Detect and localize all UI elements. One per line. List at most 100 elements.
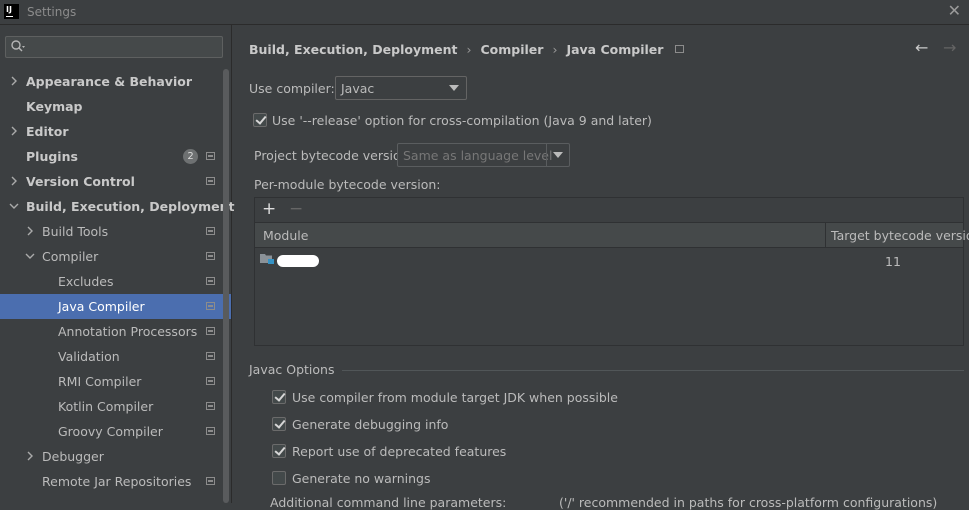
dropdown-arrow-icon xyxy=(553,152,563,158)
sidebar-item-version-control[interactable]: Version Control xyxy=(0,169,231,194)
project-bytecode-dropdown[interactable]: Same as language level xyxy=(397,143,570,167)
sidebar-item-debugger[interactable]: Debugger xyxy=(0,444,231,469)
sidebar-item-label: Java Compiler xyxy=(58,299,145,314)
debugging-info-checkbox[interactable] xyxy=(272,417,286,431)
project-settings-icon xyxy=(206,352,215,360)
sidebar-item-label: Editor xyxy=(26,124,69,139)
chevron-right-icon[interactable] xyxy=(9,75,19,87)
sidebar-item-keymap[interactable]: Keymap xyxy=(0,94,231,119)
sidebar-item-rmi-compiler[interactable]: RMI Compiler xyxy=(0,369,231,394)
dropdown-arrow-icon xyxy=(449,85,459,91)
sidebar-item-appearance-behavior[interactable]: Appearance & Behavior xyxy=(0,69,231,94)
column-header-module[interactable]: Module xyxy=(263,228,308,243)
javac-options-section: Javac Options xyxy=(249,362,964,377)
use-module-jdk-label: Use compiler from module target JDK when… xyxy=(292,390,618,405)
update-count-badge: 2 xyxy=(183,149,198,164)
sidebar-item-label: Plugins xyxy=(26,149,78,164)
javac-options-title: Javac Options xyxy=(249,362,343,377)
project-settings-icon xyxy=(206,402,215,410)
sidebar-item-build-tools[interactable]: Build Tools xyxy=(0,219,231,244)
settings-tree: Appearance & Behavior Keymap Editor Plug… xyxy=(0,69,235,494)
release-option-checkbox[interactable] xyxy=(253,113,267,127)
chevron-right-icon[interactable] xyxy=(9,125,19,137)
release-option-label: Use '--release' option for cross-compila… xyxy=(272,113,652,128)
project-settings-icon xyxy=(206,477,215,485)
sidebar-item-label: Validation xyxy=(58,349,120,364)
sidebar-item-build-execution-deployment[interactable]: Build, Execution, Deployment xyxy=(0,194,235,219)
breadcrumb-separator: › xyxy=(466,42,472,57)
search-input[interactable] xyxy=(28,38,222,58)
project-settings-icon xyxy=(206,252,215,260)
title-bar: IJ Settings ✕ xyxy=(0,0,969,25)
sidebar-item-label: Remote Jar Repositories xyxy=(42,474,192,489)
project-bytecode-value: Same as language level xyxy=(403,148,553,163)
project-settings-icon xyxy=(206,152,215,160)
redacted-module-name xyxy=(277,255,319,267)
sidebar-item-annotation-processors[interactable]: Annotation Processors xyxy=(0,319,231,344)
sidebar-item-validation[interactable]: Validation xyxy=(0,344,231,369)
search-box[interactable] xyxy=(5,36,223,58)
sidebar-item-label: Build, Execution, Deployment xyxy=(26,199,235,214)
add-icon[interactable]: + xyxy=(262,199,276,219)
sidebar-item-label: Groovy Compiler xyxy=(58,424,163,439)
sidebar-scrollbar[interactable] xyxy=(222,69,230,503)
use-compiler-label: Use compiler: xyxy=(249,81,335,96)
project-settings-icon xyxy=(206,227,215,235)
sidebar-item-groovy-compiler[interactable]: Groovy Compiler xyxy=(0,419,231,444)
remove-icon[interactable]: − xyxy=(289,199,303,219)
chevron-right-icon[interactable] xyxy=(25,450,35,462)
use-compiler-dropdown[interactable]: Javac xyxy=(335,76,467,100)
sidebar-item-plugins[interactable]: Plugins 2 xyxy=(0,144,231,169)
per-module-table: + − Module Target bytecode version 11 xyxy=(254,197,969,346)
deprecated-features-label: Report use of deprecated features xyxy=(292,444,507,459)
sidebar-item-label: Build Tools xyxy=(42,224,109,239)
java-compiler-panel: Build, Execution, Deployment › Compiler › Ja… xyxy=(232,25,969,510)
deprecated-features-checkbox[interactable] xyxy=(272,444,286,458)
debugging-info-label: Generate debugging info xyxy=(292,417,449,432)
project-settings-icon xyxy=(206,377,215,385)
sidebar-item-label: RMI Compiler xyxy=(58,374,142,389)
table-row[interactable]: 11 xyxy=(255,248,963,274)
section-divider xyxy=(331,370,964,371)
back-arrow-icon[interactable]: ← xyxy=(915,38,928,57)
project-settings-icon xyxy=(206,277,215,285)
target-bytecode-cell[interactable]: 11 xyxy=(885,254,901,269)
per-module-label: Per-module bytecode version: xyxy=(254,177,441,192)
forward-arrow-icon[interactable]: → xyxy=(943,38,956,57)
breadcrumb-item: Build, Execution, Deployment xyxy=(249,42,458,57)
module-folder-icon xyxy=(260,254,274,264)
sidebar-item-label: Debugger xyxy=(42,449,104,464)
project-bytecode-label: Project bytecode version: xyxy=(254,148,413,163)
search-icon xyxy=(11,40,25,52)
chevron-down-icon[interactable] xyxy=(25,250,35,262)
sidebar-item-compiler[interactable]: Compiler xyxy=(0,244,231,269)
table-toolbar: + − xyxy=(255,198,963,223)
sidebar-item-label: Excludes xyxy=(58,274,114,289)
project-settings-icon xyxy=(675,45,685,53)
intellij-logo-icon: IJ xyxy=(4,4,19,19)
chevron-right-icon[interactable] xyxy=(25,225,35,237)
sidebar-item-remote-jar-repositories[interactable]: Remote Jar Repositories xyxy=(0,469,231,494)
breadcrumb-item: Java Compiler xyxy=(566,42,664,57)
chevron-down-icon[interactable] xyxy=(9,200,19,212)
project-settings-icon xyxy=(206,327,215,335)
sidebar-item-label: Version Control xyxy=(26,174,135,189)
sidebar-item-label: Appearance & Behavior xyxy=(26,74,192,89)
breadcrumb: Build, Execution, Deployment › Compiler › Ja… xyxy=(249,42,685,57)
sidebar-item-java-compiler[interactable]: Java Compiler xyxy=(0,294,231,319)
use-compiler-value: Javac xyxy=(341,81,375,96)
chevron-right-icon[interactable] xyxy=(9,175,19,187)
sidebar-item-kotlin-compiler[interactable]: Kotlin Compiler xyxy=(0,394,231,419)
column-header-target-bytecode[interactable]: Target bytecode version xyxy=(831,228,969,243)
no-warnings-checkbox[interactable] xyxy=(272,471,286,485)
sidebar-item-label: Kotlin Compiler xyxy=(58,399,154,414)
close-icon[interactable]: ✕ xyxy=(948,2,961,20)
table-header: Module Target bytecode version xyxy=(255,223,969,248)
breadcrumb-separator: › xyxy=(552,42,558,57)
sidebar-item-editor[interactable]: Editor xyxy=(0,119,231,144)
scrollbar-thumb[interactable] xyxy=(223,69,229,503)
sidebar-item-label: Compiler xyxy=(42,249,99,264)
sidebar-item-excludes[interactable]: Excludes xyxy=(0,269,231,294)
use-module-jdk-checkbox[interactable] xyxy=(272,390,286,404)
breadcrumb-item: Compiler xyxy=(480,42,544,57)
